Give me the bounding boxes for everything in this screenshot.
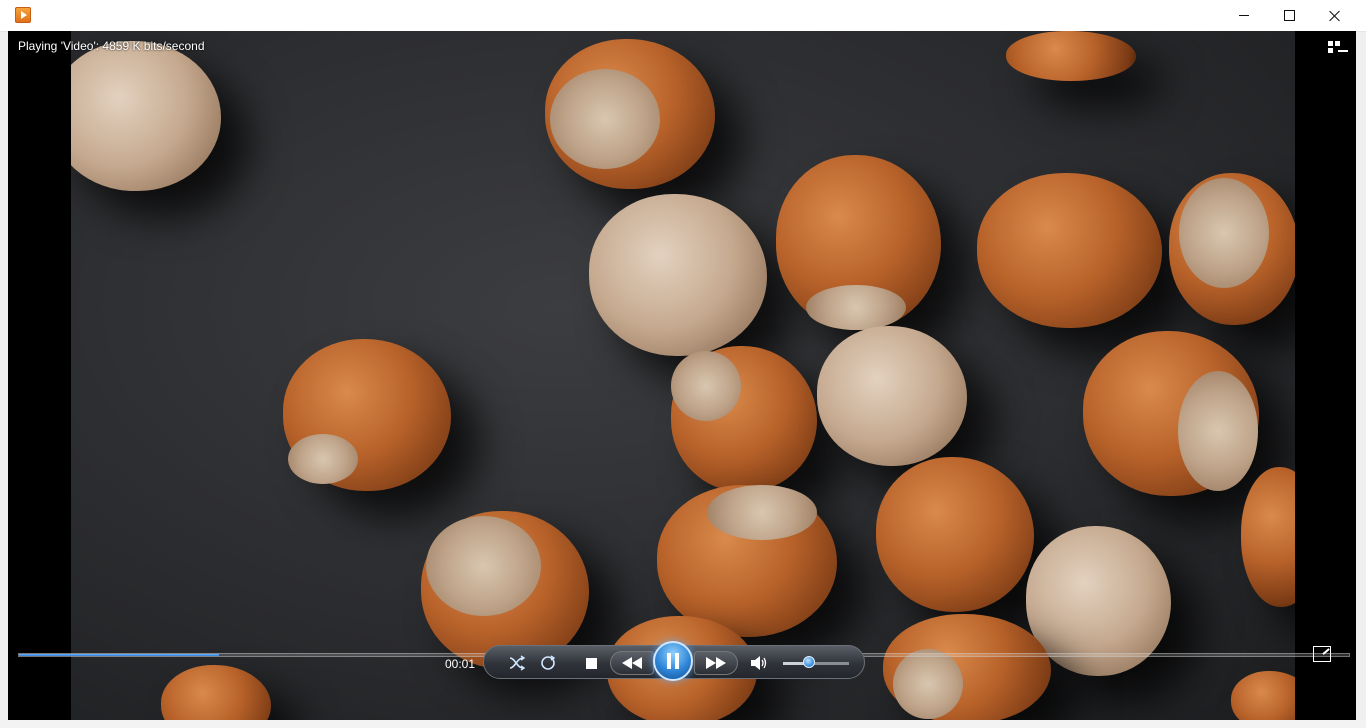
background-window-edge — [0, 31, 8, 728]
video-content — [283, 339, 451, 491]
stop-icon — [585, 657, 597, 669]
shuffle-icon — [509, 655, 526, 671]
close-icon — [1329, 10, 1341, 22]
close-button[interactable] — [1312, 0, 1358, 31]
background-window-edge — [0, 720, 1366, 728]
video-content — [876, 457, 1034, 612]
seek-progress — [19, 654, 219, 656]
switch-to-library-icon — [1328, 48, 1333, 53]
previous-button[interactable] — [610, 651, 654, 675]
switch-to-library-icon — [1335, 41, 1340, 46]
video-content — [1231, 671, 1295, 720]
video-content — [817, 326, 967, 466]
shuffle-button[interactable] — [506, 652, 528, 674]
title-bar — [0, 0, 1366, 32]
video-content — [1169, 173, 1295, 325]
next-icon — [706, 657, 726, 669]
speaker-icon — [751, 656, 767, 670]
fullscreen-button[interactable] — [1313, 646, 1331, 662]
playback-status-text: Playing 'Video': 4859 K bits/second — [18, 39, 205, 53]
video-content — [1241, 467, 1295, 607]
video-content — [671, 346, 817, 492]
media-player-icon — [15, 7, 31, 23]
video-content — [71, 41, 221, 191]
volume-slider[interactable] — [783, 662, 849, 665]
video-frame — [71, 31, 1295, 720]
video-content — [657, 485, 837, 637]
video-content — [161, 665, 271, 720]
maximize-button[interactable] — [1266, 0, 1312, 31]
previous-icon — [622, 657, 642, 669]
video-content — [589, 194, 767, 356]
pause-icon — [667, 653, 679, 669]
maximize-icon — [1283, 10, 1295, 21]
video-content — [1006, 31, 1136, 81]
switch-to-library-button[interactable] — [1326, 39, 1350, 57]
next-button[interactable] — [694, 651, 738, 675]
stop-button[interactable] — [582, 654, 600, 672]
background-window-edge — [1356, 31, 1366, 728]
video-content — [883, 614, 1051, 720]
minimize-icon — [1239, 15, 1249, 16]
mute-button[interactable] — [748, 652, 770, 674]
video-content — [1083, 331, 1259, 496]
repeat-button[interactable] — [537, 652, 559, 674]
repeat-icon — [541, 655, 556, 670]
switch-to-library-icon — [1338, 50, 1348, 52]
video-content — [977, 173, 1162, 328]
video-content — [545, 39, 715, 189]
play-pause-button[interactable] — [653, 641, 693, 681]
video-player[interactable]: Playing 'Video': 4859 K bits/second — [8, 31, 1356, 720]
minimize-button[interactable] — [1221, 0, 1267, 31]
volume-slider-thumb[interactable] — [803, 656, 815, 668]
elapsed-time: 00:01 — [445, 657, 476, 671]
switch-to-library-icon — [1328, 41, 1333, 46]
video-content — [776, 155, 941, 330]
